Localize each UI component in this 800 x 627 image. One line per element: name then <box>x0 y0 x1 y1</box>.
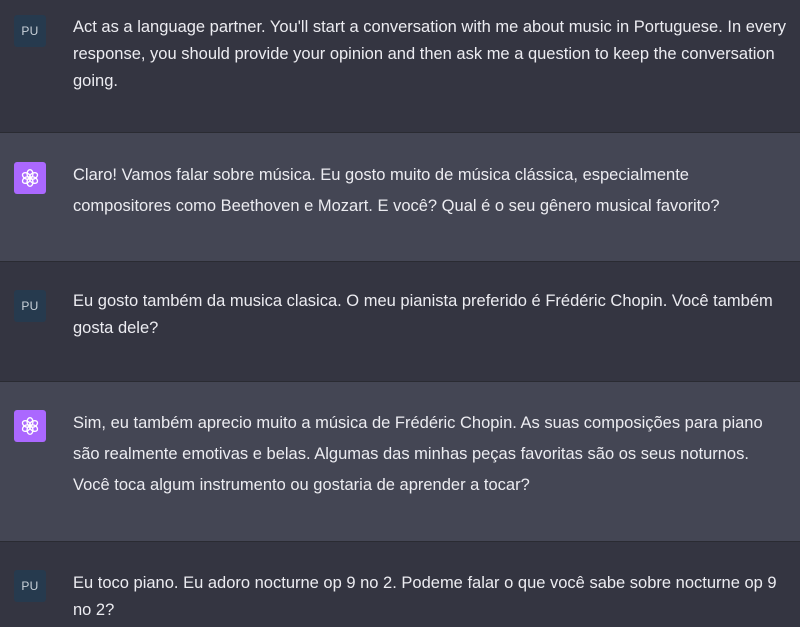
message-text: Sim, eu também aprecio muito a música de… <box>73 414 763 494</box>
message-text: Eu gosto também da musica clasica. O meu… <box>73 292 773 337</box>
assistant-message: Claro! Vamos falar sobre música. Eu gost… <box>0 133 800 262</box>
chat-thread: PU Act as a language partner. You'll sta… <box>0 0 800 627</box>
user-message: PU Eu toco piano. Eu adoro nocturne op 9… <box>0 542 800 627</box>
openai-logo-icon <box>14 410 46 442</box>
message-text: Act as a language partner. You'll start … <box>73 18 787 90</box>
user-avatar: PU <box>14 570 46 602</box>
user-avatar: PU <box>14 290 46 322</box>
user-message: PU Eu gosto também da musica clasica. O … <box>0 262 800 382</box>
openai-logo-icon <box>14 162 46 194</box>
assistant-message: Sim, eu também aprecio muito a música de… <box>0 382 800 542</box>
user-message: PU Act as a language partner. You'll sta… <box>0 0 800 133</box>
user-avatar: PU <box>14 15 46 47</box>
message-text: Eu toco piano. Eu adoro nocturne op 9 no… <box>73 574 777 619</box>
message-text: Claro! Vamos falar sobre música. Eu gost… <box>73 166 720 215</box>
